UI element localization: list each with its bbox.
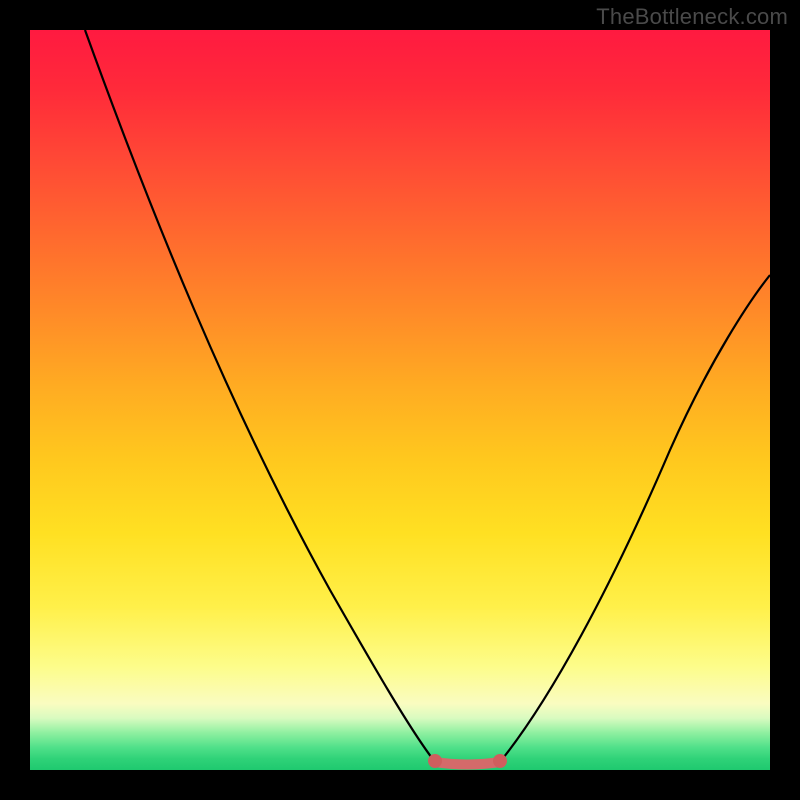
curve-layer [30,30,770,770]
right-branch-curve [500,275,770,762]
flat-bottom-segment [435,762,500,765]
flat-right-dot [493,754,507,768]
flat-left-dot [428,754,442,768]
plot-area [30,30,770,770]
chart-frame: TheBottleneck.com [0,0,800,800]
watermark-text: TheBottleneck.com [596,4,788,30]
left-branch-curve [85,30,435,762]
